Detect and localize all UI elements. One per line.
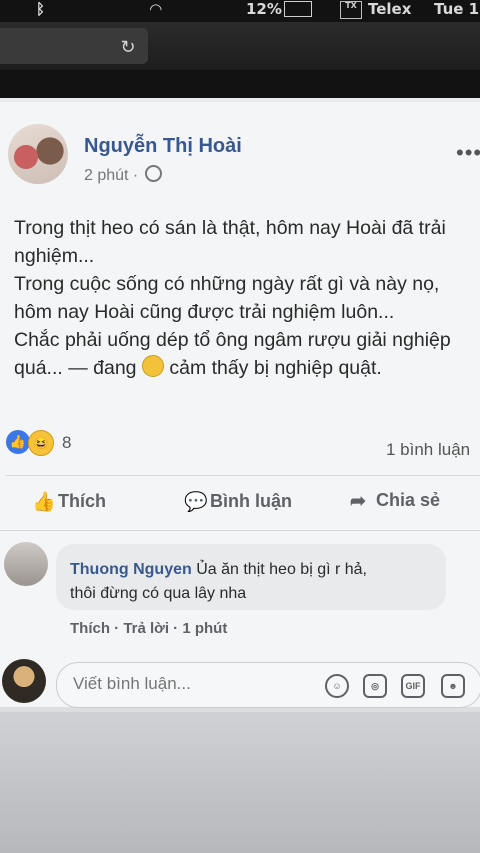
address-bar[interactable]: ↻ bbox=[0, 28, 148, 64]
share-button[interactable]: ➦ Chia sẻ bbox=[350, 490, 440, 513]
divider bbox=[6, 475, 480, 476]
commenter-avatar[interactable] bbox=[4, 542, 48, 586]
comment-input[interactable] bbox=[71, 673, 295, 695]
author-avatar[interactable] bbox=[8, 124, 68, 184]
post-author[interactable]: Nguyễn Thị Hoài bbox=[84, 135, 242, 158]
post-line: Trong thịt heo có sán là thật, hôm nay H… bbox=[14, 217, 446, 239]
comment-composer[interactable]: ☺ ◎ GIF ☻ bbox=[56, 662, 480, 708]
comment-actions[interactable]: Thích · Trả lời · 1 phút bbox=[70, 620, 227, 637]
comment-button[interactable]: 💬 Bình luận bbox=[184, 490, 292, 514]
grin-emoji-icon bbox=[141, 355, 164, 377]
wifi-icon[interactable]: ◠ bbox=[150, 0, 162, 18]
comment-text: Thuong Nguyen Ủa ăn thịt heo bị gì r hả,… bbox=[70, 558, 450, 606]
share-label: Chia sẻ bbox=[376, 490, 441, 510]
haha-reaction-icon: 😆 bbox=[28, 430, 54, 456]
post-line: nghiệm... bbox=[14, 245, 95, 267]
current-user-avatar[interactable] bbox=[2, 659, 46, 703]
comment-author[interactable]: Thuong Nguyen bbox=[70, 561, 192, 578]
like-label: Thích bbox=[58, 491, 106, 511]
reaction-count: 8 bbox=[62, 433, 72, 452]
comment-text-line1: Ủa ăn thịt heo bị gì r hả, bbox=[196, 561, 367, 578]
post-line: Trong cuộc sống có những ngày rất gì và … bbox=[14, 273, 440, 295]
like-button[interactable]: 👍 Thích bbox=[32, 490, 106, 514]
post-card: Nguyễn Thị Hoài 2 phút · ••• Trong thịt … bbox=[0, 102, 480, 708]
battery-icon[interactable] bbox=[284, 1, 312, 17]
feeling-prefix: quá... — đang bbox=[14, 357, 137, 379]
divider bbox=[0, 530, 480, 531]
clock[interactable]: Tue 1 bbox=[434, 0, 479, 18]
post-line: hôm nay Hoài cũng được trải nghiệm luôn.… bbox=[14, 301, 395, 323]
battery-percent: 12% bbox=[246, 0, 282, 18]
page-background bbox=[0, 712, 480, 853]
thumbs-up-icon: 👍 bbox=[32, 492, 56, 513]
reload-icon[interactable]: ↻ bbox=[118, 37, 138, 57]
emoji-icon[interactable]: ☺ bbox=[325, 674, 349, 698]
camera-icon[interactable]: ◎ bbox=[363, 674, 387, 698]
comment-bubble: Thuong Nguyen Ủa ăn thịt heo bị gì r hả,… bbox=[56, 544, 446, 610]
post-line: quá... — đang cảm thấy bị nghiệp quật. bbox=[14, 354, 478, 382]
like-reaction-icon: 👍 bbox=[6, 430, 30, 454]
system-menubar: ᛒ ◠ 12% TX Telex Tue 1 bbox=[0, 0, 480, 22]
post-time[interactable]: 2 phút · bbox=[84, 167, 138, 184]
comment-label: Bình luận bbox=[210, 491, 292, 511]
facebook-page: Nguyễn Thị Hoài 2 phút · ••• Trong thịt … bbox=[0, 98, 480, 853]
tab-strip-shadow bbox=[0, 70, 480, 100]
input-method-label[interactable]: Telex bbox=[368, 0, 411, 18]
globe-icon bbox=[144, 165, 162, 182]
post-meta: 2 phút · bbox=[84, 165, 162, 185]
browser-toolbar: ↻ bbox=[0, 22, 480, 72]
comment-text-line2: thôi đừng có qua lây nha bbox=[70, 585, 247, 602]
gif-icon[interactable]: GIF bbox=[401, 674, 425, 698]
feeling-text[interactable]: cảm thấy bị nghiệp quật. bbox=[169, 357, 381, 379]
more-options-icon[interactable]: ••• bbox=[456, 140, 480, 166]
comment-count[interactable]: 1 bình luận bbox=[386, 440, 470, 460]
post-body: Trong thịt heo có sán là thật, hôm nay H… bbox=[14, 214, 478, 382]
input-source-icon[interactable]: TX bbox=[340, 1, 362, 19]
comment-bubble-icon: 💬 bbox=[184, 492, 208, 513]
sticker-icon[interactable]: ☻ bbox=[441, 674, 465, 698]
bluetooth-icon[interactable]: ᛒ bbox=[36, 0, 45, 18]
post-line: Chắc phải uống dép tổ ông ngâm rượu giải… bbox=[14, 329, 451, 351]
share-arrow-icon: ➦ bbox=[350, 491, 366, 512]
post-actions: 👍 Thích 💬 Bình luận ➦ Chia sẻ bbox=[0, 484, 480, 524]
